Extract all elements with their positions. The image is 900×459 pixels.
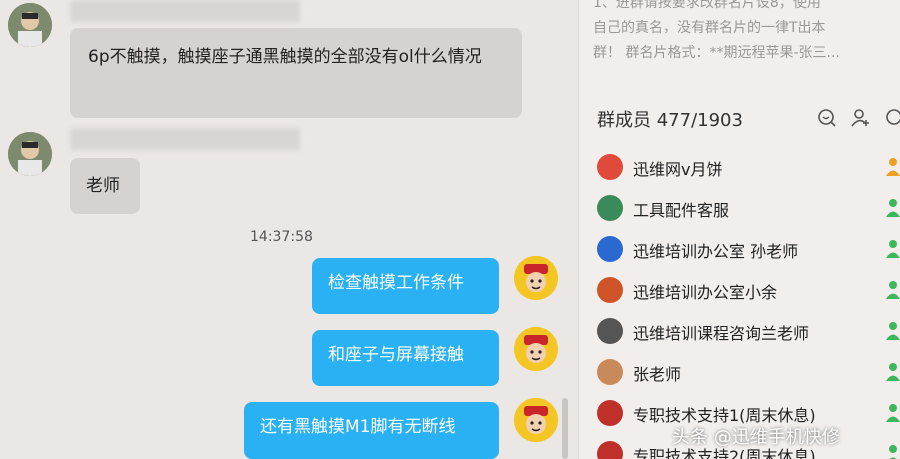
admin-badge-icon — [885, 320, 900, 342]
sender-avatar[interactable] — [8, 3, 52, 47]
user-photo-icon — [8, 132, 52, 176]
member-name: 工具配件客服 — [633, 201, 730, 220]
sender-name-blurred — [70, 128, 300, 150]
member-avatar — [597, 441, 623, 459]
admin-badge-icon — [885, 238, 900, 260]
message-bubble-outgoing[interactable]: 还有黑触摸M1脚有无断线 — [244, 402, 499, 459]
member-name: 迅维网v月饼 — [633, 160, 723, 179]
member-item[interactable]: 工具配件客服 — [597, 189, 900, 225]
member-avatar — [597, 318, 623, 344]
my-avatar[interactable] — [514, 398, 558, 442]
chat-area: 6p不触摸，触摸座子通黑触摸的全部没有ol什么情况 老师 14:37:58 检查… — [0, 0, 578, 459]
admin-badge-icon — [885, 443, 900, 459]
message-bubble-incoming[interactable]: 6p不触摸，触摸座子通黑触摸的全部没有ol什么情况 — [70, 28, 522, 118]
message-bubble-outgoing[interactable]: 和座子与屏幕接触 — [312, 330, 499, 386]
member-name: 张老师 — [633, 365, 682, 384]
search-members-icon[interactable] — [817, 108, 837, 128]
watermark: 头条 @迅维手机快修 — [672, 427, 840, 448]
cartoon-face-icon — [514, 398, 558, 442]
group-info-panel: 1、进群请按要求改群名片设8，使用 自己的真名，没有群名片的一律T出本 群！ 群… — [578, 0, 900, 459]
member-item[interactable]: 张老师 — [597, 353, 900, 389]
admin-badge-icon — [885, 402, 900, 424]
sender-avatar[interactable] — [8, 132, 52, 176]
chat-scrollbar[interactable] — [562, 398, 568, 459]
add-member-icon[interactable] — [851, 108, 871, 128]
admin-badge-icon — [885, 197, 900, 219]
admin-badge-icon — [885, 361, 900, 383]
group-notice: 1、进群请按要求改群名片设8，使用 自己的真名，没有群名片的一律T出本 群！ 群… — [593, 0, 900, 66]
notice-line: 自己的真名，没有群名片的一律T出本 — [593, 20, 826, 36]
my-avatar[interactable] — [514, 256, 558, 300]
member-name: 迅维培训办公室小余 — [633, 283, 778, 302]
member-avatar — [597, 195, 623, 221]
message-bubble-outgoing[interactable]: 检查触摸工作条件 — [312, 258, 499, 314]
member-item[interactable]: 迅维培训办公室 孙老师 — [597, 230, 900, 266]
member-avatar — [597, 277, 623, 303]
member-name: 迅维培训课程咨询兰老师 — [633, 324, 810, 343]
member-avatar — [597, 154, 623, 180]
member-item[interactable]: 迅维培训课程咨询兰老师 — [597, 312, 900, 348]
member-search-icon[interactable] — [885, 108, 900, 128]
message-timestamp: 14:37:58 — [250, 229, 313, 245]
owner-badge-icon — [885, 156, 900, 178]
member-avatar — [597, 236, 623, 262]
message-bubble-incoming[interactable]: 老师 — [70, 158, 140, 214]
member-item[interactable]: 迅维网v月饼 — [597, 148, 900, 184]
notice-line: 群！ 群名片格式：**期远程苹果-张三... — [593, 45, 840, 61]
members-title: 群成员 477/1903 — [597, 110, 743, 131]
sender-name-blurred — [70, 0, 300, 22]
member-avatar — [597, 359, 623, 385]
member-avatar — [597, 400, 623, 426]
notice-line: 1、进群请按要求改群名片设8，使用 — [593, 0, 821, 11]
cartoon-face-icon — [514, 327, 558, 371]
member-name: 迅维培训办公室 孙老师 — [633, 242, 799, 261]
cartoon-face-icon — [514, 256, 558, 300]
member-item[interactable]: 迅维培训办公室小余 — [597, 271, 900, 307]
user-photo-icon — [8, 3, 52, 47]
admin-badge-icon — [885, 279, 900, 301]
my-avatar[interactable] — [514, 327, 558, 371]
